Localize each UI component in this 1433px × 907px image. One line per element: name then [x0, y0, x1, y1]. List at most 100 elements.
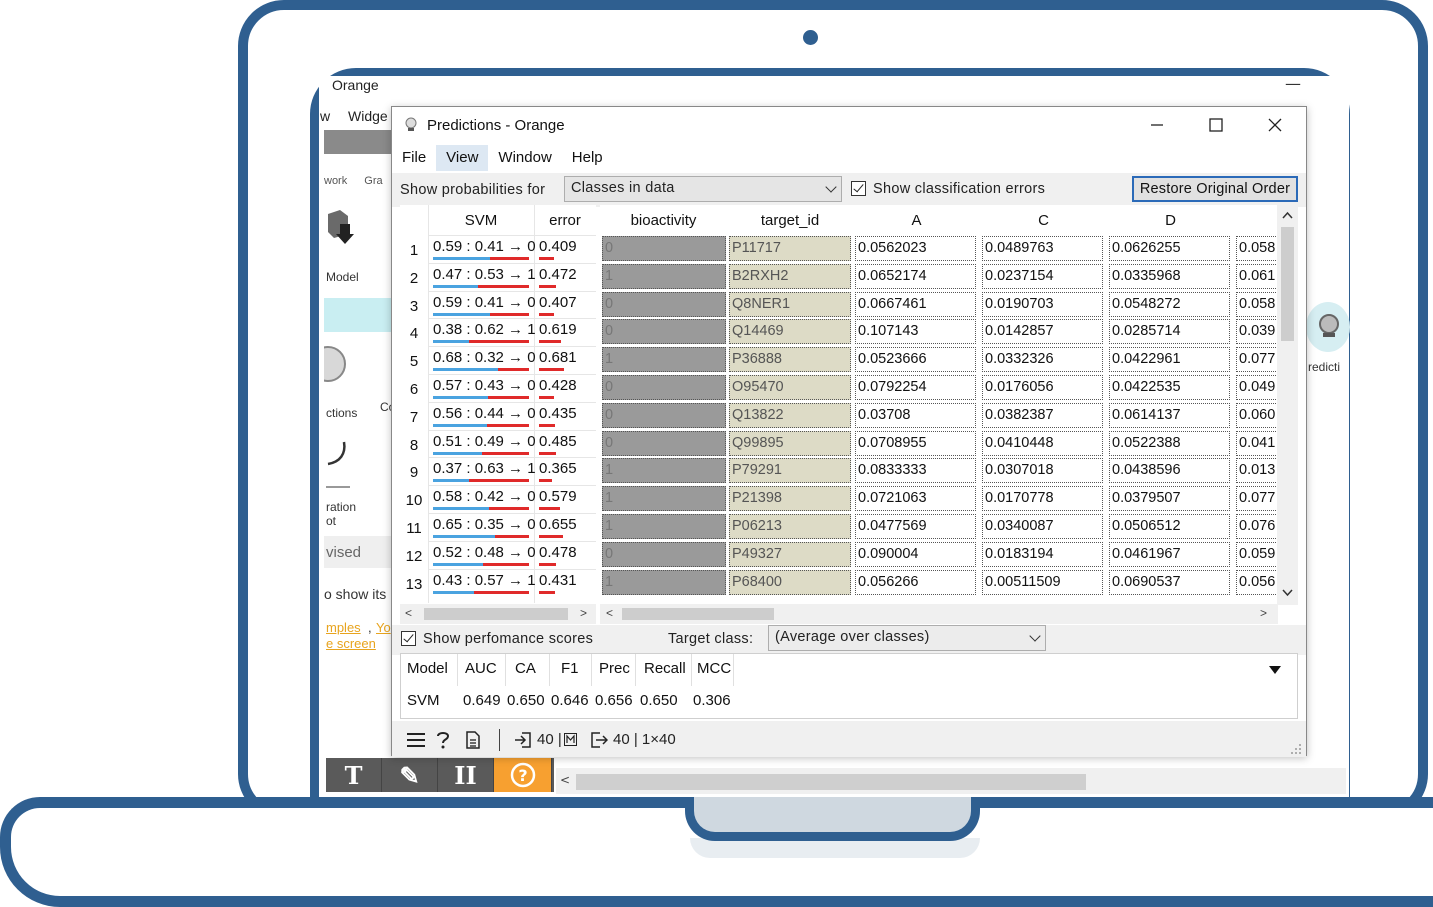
table-cell-bioactivity[interactable]: 0: [602, 319, 726, 345]
table-cell-target-id[interactable]: Q14469: [729, 319, 851, 345]
table-row[interactable]: 1 P68400 0.056266 0.00511509 0.0690537 0.056: [600, 569, 1296, 597]
table-cell-a[interactable]: 0.0652174: [855, 263, 976, 289]
table-row[interactable]: 0 P11717 0.0562023 0.0489763 0.0626255 0.058: [600, 235, 1296, 263]
table-cell-d[interactable]: 0.0285714: [1109, 319, 1230, 345]
table-row[interactable]: 1 P79291 0.0833333 0.0307018 0.0438596 0.013: [600, 457, 1296, 485]
table-cell-target-id[interactable]: Q99895: [729, 430, 851, 456]
background-menu-item[interactable]: w: [320, 108, 330, 124]
table-cell-target-id[interactable]: B2RXH2: [729, 263, 851, 289]
table-cell-c[interactable]: 0.00511509: [982, 569, 1103, 595]
canvas-horizontal-scrollbar[interactable]: <: [556, 768, 1346, 794]
menu-view[interactable]: View: [436, 145, 489, 171]
predictions-widget-icon[interactable]: [324, 344, 346, 390]
table-cell-target-id[interactable]: P21398: [729, 486, 851, 512]
table-cell-d[interactable]: 0.0461967: [1109, 541, 1230, 567]
table-cell-target-id[interactable]: Q13822: [729, 402, 851, 428]
data-hscrollbar[interactable]: < >: [600, 604, 1278, 624]
table-cell-d[interactable]: 0.0548272: [1109, 291, 1230, 317]
scroll-left-icon[interactable]: <: [560, 773, 570, 787]
table-cell-c[interactable]: 0.0410448: [982, 430, 1103, 456]
background-tab[interactable]: work: [324, 175, 347, 187]
scroll-right-icon[interactable]: >: [1260, 606, 1267, 620]
table-cell-c[interactable]: 0.0382387: [982, 402, 1103, 428]
welcome-screen-link[interactable]: e screen: [326, 636, 376, 651]
table-row[interactable]: 12 0.52 : 0.48 → 0 0.478: [400, 541, 596, 569]
probabilities-select[interactable]: Classes in data: [564, 176, 842, 202]
help-icon[interactable]: ?: [494, 758, 552, 792]
table-row[interactable]: 0 P49327 0.090004 0.0183194 0.0461967 0.059: [600, 541, 1296, 569]
table-row[interactable]: 3 0.59 : 0.41 → 0 0.407: [400, 291, 596, 319]
table-cell-d[interactable]: 0.0506512: [1109, 514, 1230, 539]
predictions-table[interactable]: SVM error 1 0.59 : 0.41 → 0 0.409 2 0.47 : 0…: [400, 205, 596, 625]
columns-menu-icon[interactable]: [1269, 666, 1281, 674]
table-cell-c[interactable]: 0.0170778: [982, 486, 1103, 512]
table-row[interactable]: 0 O95470 0.0792254 0.0176056 0.0422535 0.049: [600, 374, 1296, 402]
scroll-thumb[interactable]: [424, 608, 568, 620]
table-row[interactable]: 0 Q8NER1 0.0667461 0.0190703 0.0548272 0.058: [600, 291, 1296, 319]
table-cell-bioactivity[interactable]: 0: [602, 236, 726, 261]
performance-scores-table[interactable]: Model AUC CA F1 Prec Recall MCC SVM 0.64…: [400, 653, 1298, 719]
scroll-up-icon[interactable]: [1282, 211, 1293, 219]
scroll-left-icon[interactable]: <: [606, 606, 613, 620]
show-errors-checkbox[interactable]: [851, 181, 866, 196]
table-row[interactable]: 0 Q14469 0.107143 0.0142857 0.0285714 0.039: [600, 318, 1296, 346]
background-tab[interactable]: Gra: [364, 175, 382, 187]
table-cell-c[interactable]: 0.0332326: [982, 347, 1103, 373]
table-cell-c[interactable]: 0.0489763: [982, 236, 1103, 261]
table-cell-target-id[interactable]: P68400: [729, 569, 851, 595]
predictions-hscrollbar[interactable]: < >: [400, 604, 596, 624]
minimize-button[interactable]: [1134, 111, 1180, 139]
table-cell-target-id[interactable]: O95470: [729, 375, 851, 400]
model-widget-icon[interactable]: [326, 208, 356, 248]
menu-icon[interactable]: [407, 733, 425, 747]
column-header-svm[interactable]: SVM: [428, 205, 534, 235]
table-row[interactable]: 1 P21398 0.0721063 0.0170778 0.0379507 0.077: [600, 485, 1296, 513]
table-row[interactable]: 0 Q99895 0.0708955 0.0410448 0.0522388 0.041: [600, 430, 1296, 458]
table-row[interactable]: 7 0.56 : 0.44 → 0 0.435: [400, 402, 596, 430]
table-cell-target-id[interactable]: P11717: [729, 236, 851, 261]
table-cell-bioactivity[interactable]: 1: [602, 347, 726, 373]
table-row[interactable]: 4 0.38 : 0.62 → 1 0.619: [400, 318, 596, 346]
table-cell-a[interactable]: 0.0523666: [855, 347, 976, 373]
menu-window[interactable]: Window: [488, 145, 561, 171]
table-cell-d[interactable]: 0.0379507: [1109, 486, 1230, 512]
table-cell-d[interactable]: 0.0522388: [1109, 430, 1230, 456]
maximize-button[interactable]: [1193, 111, 1239, 139]
table-cell-d[interactable]: 0.0335968: [1109, 263, 1230, 289]
pause-button[interactable]: II: [438, 758, 494, 792]
table-cell-a[interactable]: 0.0708955: [855, 430, 976, 456]
table-cell-bioactivity[interactable]: 1: [602, 514, 726, 539]
target-class-select[interactable]: (Average over classes): [768, 625, 1046, 651]
table-row[interactable]: 1 0.59 : 0.41 → 0 0.409: [400, 235, 596, 263]
table-cell-bioactivity[interactable]: 1: [602, 486, 726, 512]
table-cell-d[interactable]: 0.0626255: [1109, 236, 1230, 261]
table-cell-bioactivity[interactable]: 0: [602, 402, 726, 428]
table-cell-bioactivity[interactable]: 0: [602, 430, 726, 456]
table-cell-bioactivity[interactable]: 1: [602, 458, 726, 484]
table-cell-target-id[interactable]: P79291: [729, 458, 851, 484]
table-row[interactable]: 6 0.57 : 0.43 → 0 0.428: [400, 374, 596, 402]
pen-icon[interactable]: ✎: [382, 758, 438, 792]
column-header-c[interactable]: C: [980, 205, 1107, 235]
scroll-thumb[interactable]: [622, 608, 774, 620]
table-cell-c[interactable]: 0.0183194: [982, 541, 1103, 567]
table-cell-c[interactable]: 0.0340087: [982, 514, 1103, 539]
table-cell-c[interactable]: 0.0190703: [982, 291, 1103, 317]
calibration-widget-icon[interactable]: [326, 440, 350, 470]
table-cell-c[interactable]: 0.0142857: [982, 319, 1103, 345]
table-cell-a[interactable]: 0.107143: [855, 319, 976, 345]
table-cell-bioactivity[interactable]: 0: [602, 375, 726, 400]
show-performance-checkbox[interactable]: [401, 631, 416, 646]
table-cell-bioactivity[interactable]: 0: [602, 291, 726, 317]
table-cell-a[interactable]: 0.0562023: [855, 236, 976, 261]
restore-original-order-button[interactable]: Restore Original Order: [1132, 176, 1298, 202]
table-cell-d[interactable]: 0.0422535: [1109, 375, 1230, 400]
table-cell-d[interactable]: 0.0614137: [1109, 402, 1230, 428]
add-text-button[interactable]: T: [326, 758, 382, 792]
table-cell-a[interactable]: 0.0721063: [855, 486, 976, 512]
scroll-thumb[interactable]: [1281, 227, 1294, 341]
menu-help[interactable]: Help: [562, 145, 613, 171]
column-header-error[interactable]: error: [534, 205, 596, 235]
table-cell-a[interactable]: 0.090004: [855, 541, 976, 567]
column-header-target-id[interactable]: target_id: [727, 205, 853, 235]
